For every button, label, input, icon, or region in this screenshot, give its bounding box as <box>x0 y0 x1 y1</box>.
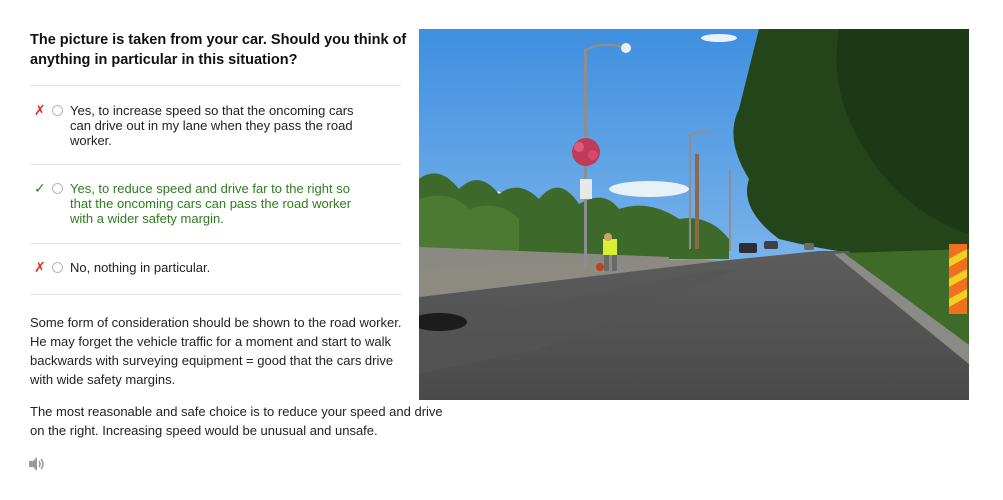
question-text: The picture is taken from your car. Shou… <box>30 32 407 68</box>
radio-button[interactable] <box>52 262 63 273</box>
divider <box>30 164 401 165</box>
answer-text: No, nothing in particular. <box>70 260 211 275</box>
answer-option-2[interactable]: ✓ Yes, to reduce speed and drive far to … <box>30 181 401 229</box>
answer-option-1[interactable]: ✗ Yes, to increase speed so that the onc… <box>30 103 401 151</box>
divider <box>30 243 401 244</box>
wrong-mark-icon: ✗ <box>34 259 46 275</box>
road-scene-photo <box>419 29 969 400</box>
speaker-icon[interactable] <box>28 456 48 472</box>
answer-text: Yes, to increase speed so that the oncom… <box>70 103 354 148</box>
explanation-paragraph: The most reasonable and safe choice is t… <box>30 404 443 438</box>
correct-mark-icon: ✓ <box>34 180 46 196</box>
wrong-mark-icon: ✗ <box>34 102 46 118</box>
divider <box>30 85 401 86</box>
answer-option-3[interactable]: ✗ No, nothing in particular. <box>30 260 401 276</box>
divider <box>30 294 401 295</box>
radio-button[interactable] <box>52 183 63 194</box>
explanation-paragraph: Some form of consideration should be sho… <box>30 315 402 387</box>
answer-text: Yes, to reduce speed and drive far to th… <box>70 181 352 226</box>
radio-button[interactable] <box>52 105 63 116</box>
